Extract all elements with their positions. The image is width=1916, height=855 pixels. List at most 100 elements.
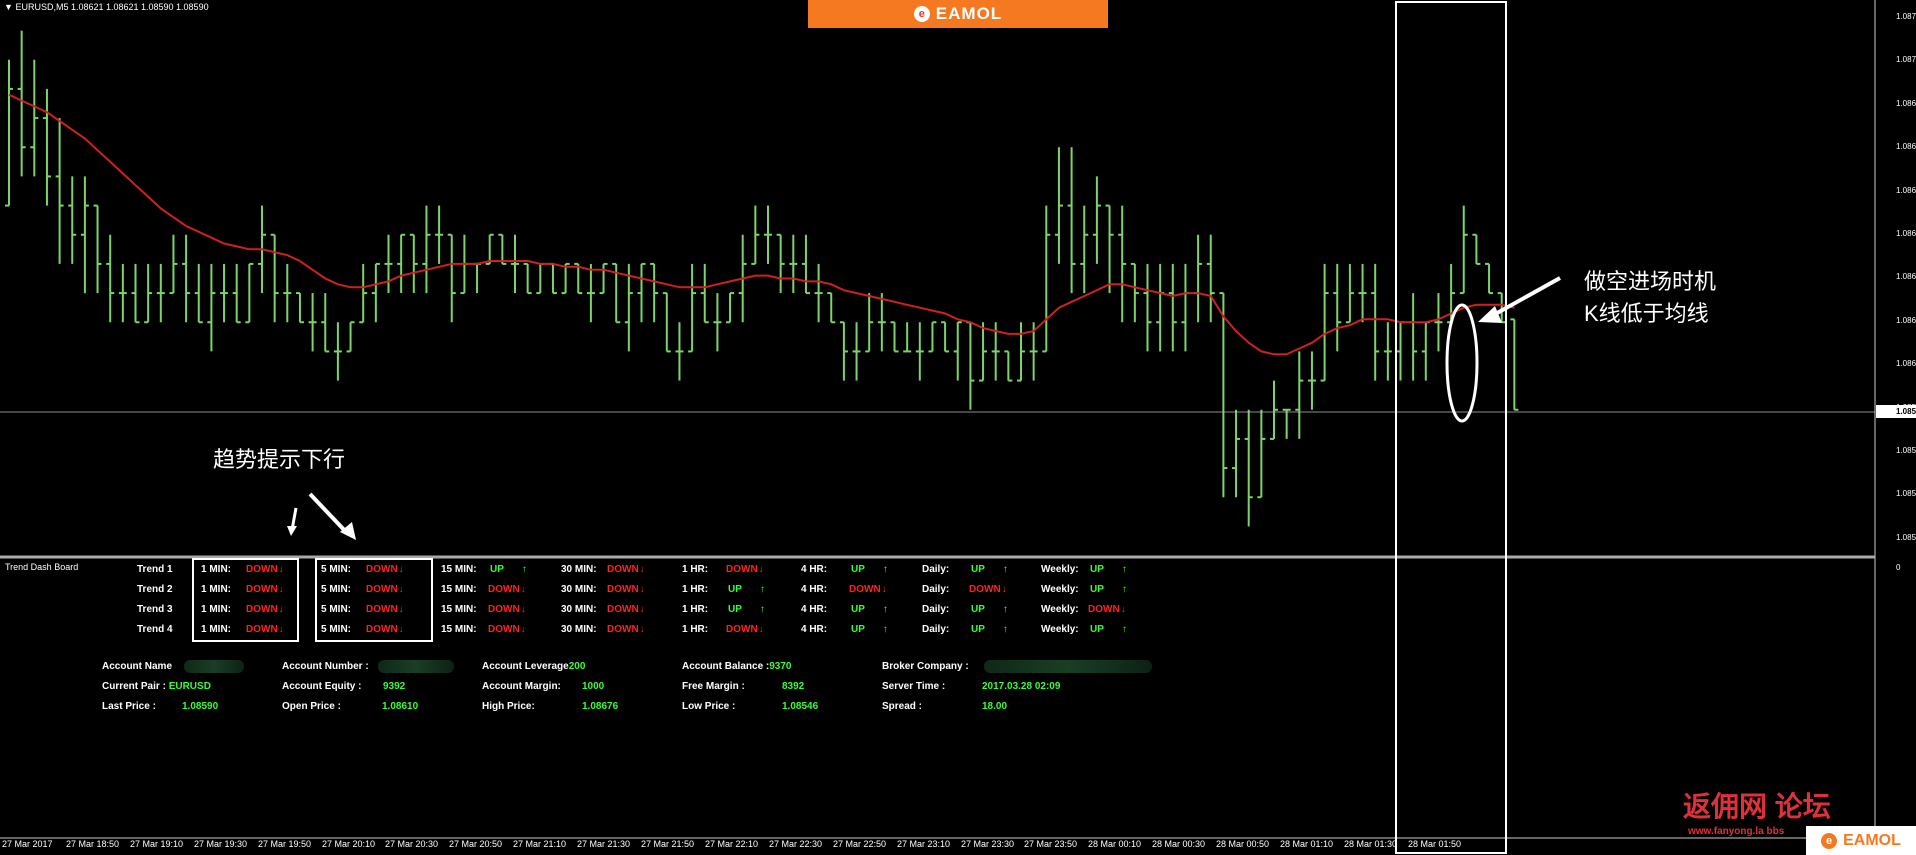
highlight-ellipse [1445, 303, 1479, 423]
spread-label: Spread : [882, 701, 923, 712]
server-time-value: 2017.03.28 02:09 [982, 681, 1061, 692]
high-price: High Price: [482, 701, 535, 712]
ohlc-bar [1270, 380, 1278, 440]
ohlc-bar [207, 263, 216, 352]
trend-value: UP ↑ [971, 603, 1008, 617]
ohlc-bar [106, 234, 115, 323]
account-name-label: Account Name [102, 661, 173, 672]
ohlc-bar [295, 292, 304, 324]
trend-row-label: Trend 4 [137, 624, 173, 635]
ohlc-bar [662, 292, 671, 353]
ohlc-bar [789, 234, 798, 294]
redacted-broker-company [984, 660, 1152, 673]
trend-timeframe-label: 1 HR: [682, 624, 709, 635]
ohlc-bar [1282, 408, 1291, 439]
last-price: Last Price : [102, 701, 156, 712]
moving-average-line [8, 93, 1515, 356]
ohlc-bar [1168, 263, 1177, 352]
server-time-label: Server Time : [882, 681, 946, 692]
trend-value: UP ↑ [490, 563, 527, 577]
brand-logo-text: EAMOL [935, 4, 1003, 23]
trend-value: DOWN↓ [488, 583, 526, 597]
ohlc-bar [814, 263, 823, 323]
ohlc-bar [1307, 351, 1316, 410]
brand-logo-icon: e [913, 6, 930, 22]
ohlc-bar [485, 233, 494, 265]
trend-timeframe-label: 1 HR: [682, 564, 709, 575]
time-tick-label: 27 Mar 21:10 [513, 839, 567, 849]
ohlc-bar [675, 322, 684, 381]
account-equity-value-wrap: 9392 [383, 681, 405, 692]
ohlc-bar [1181, 263, 1190, 352]
account-equity-value: 9392 [383, 681, 406, 692]
trend-value-text: UP [1090, 564, 1104, 575]
ohlc-bar [1219, 292, 1228, 498]
trend-value-text: UP [1090, 624, 1104, 635]
ohlc-bar [839, 321, 848, 381]
ohlc-bar [586, 263, 595, 323]
current-pair: Current Pair : EURUSD [102, 681, 211, 692]
time-tick-label: 27 Mar 22:10 [705, 839, 759, 849]
broker-company: Broker Company : [882, 661, 969, 672]
account-leverage-label: Account Leverage [482, 661, 569, 672]
ohlc-bar [17, 30, 26, 177]
ohlc-bar [865, 293, 874, 353]
redacted-account-name [184, 660, 244, 673]
time-tick-label: 28 Mar 00:30 [1152, 839, 1206, 849]
arrow-down-icon: ↓ [398, 564, 404, 575]
ohlc-bar [498, 233, 507, 265]
trend-value: UP ↑ [728, 603, 765, 617]
current-pair-value: EURUSD [168, 681, 211, 692]
url-watermark: www.fanyong.la bbs [1688, 826, 1785, 837]
price-chart[interactable] [0, 0, 1916, 855]
annotation-arrowhead-right [1478, 306, 1502, 323]
arrow-up-icon: ↑ [1121, 624, 1127, 635]
ohlc-bar [827, 292, 836, 324]
ohlc-bar [1434, 293, 1443, 352]
brand-logo-icon-bottom: e [1821, 832, 1838, 849]
arrow-down-icon: ↓ [398, 584, 404, 595]
panel-zero-label: 0 [1896, 563, 1901, 572]
annotation-arrow-right [1489, 276, 1561, 319]
account-margin-value-wrap: 1000 [582, 681, 604, 692]
ohlc-bar [1194, 234, 1203, 323]
trend-timeframe-label: 5 MIN: [321, 584, 351, 595]
trend-timeframe-label: 1 MIN: [201, 624, 231, 635]
ohlc-bar [1421, 321, 1430, 381]
trend-value-text: UP [728, 584, 742, 595]
price-tick-label: 1.08725 [1896, 12, 1916, 21]
ohlc-bar [1232, 409, 1241, 498]
arrow-up-icon: ↑ [1002, 604, 1008, 615]
ohlc-bar [283, 263, 292, 323]
broker-company-label: Broker Company : [882, 661, 969, 672]
annotation-right-line1: 做空进场时机 [1584, 269, 1717, 294]
trend-value: UP ↑ [971, 563, 1008, 577]
open-price-value: 1.08610 [382, 701, 419, 712]
panel-title: Trend Dash Board [5, 562, 79, 572]
ohlc-bar [536, 262, 545, 295]
account-balance-label: Account Balance : [682, 661, 770, 672]
ohlc-bar [650, 262, 659, 323]
ohlc-bar [473, 262, 482, 294]
dropdown-triangle-icon[interactable]: ▼ [4, 2, 13, 12]
ohlc-bar [371, 262, 380, 323]
trend-value-text: DOWN [726, 624, 758, 635]
annotation-arrow-left [308, 492, 350, 536]
account-name: Account Name [102, 661, 172, 672]
arrow-up-icon: ↑ [1002, 564, 1008, 575]
open-price-label: Open Price : [282, 701, 341, 712]
ohlc-bar [776, 233, 785, 294]
trend-value-text: DOWN [246, 564, 278, 575]
server-time-value-wrap: 2017.03.28 02:09 [982, 681, 1060, 692]
trend-value-text: DOWN [607, 564, 639, 575]
ohlc-bar [852, 322, 861, 381]
trend-value: DOWN↓ [607, 563, 645, 577]
trend-timeframe-label: Daily: [922, 604, 950, 615]
ohlc-bar [1054, 147, 1063, 264]
trend-timeframe-label: 30 MIN: [561, 624, 597, 635]
ohlc-bar [599, 262, 608, 295]
ohlc-bar [1510, 318, 1519, 411]
price-tick-label: 1.08545 [1896, 533, 1916, 542]
trend-value: DOWN↓ [849, 583, 887, 597]
time-tick-label: 27 Mar 21:50 [641, 839, 695, 849]
